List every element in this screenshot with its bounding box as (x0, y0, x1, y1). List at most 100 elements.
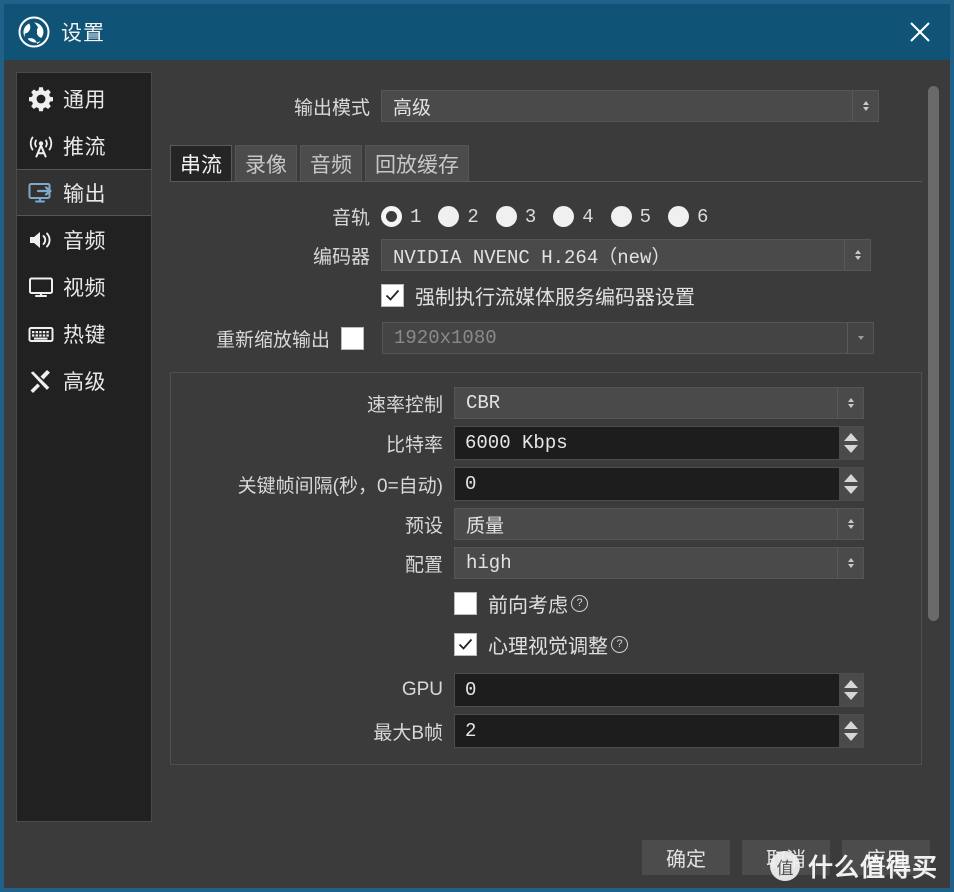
output-mode-select[interactable]: 高级 (381, 90, 879, 122)
audio-track-radio-6[interactable] (668, 206, 690, 227)
look-ahead-checkbox[interactable] (454, 592, 477, 615)
ok-button[interactable]: 确定 (642, 839, 730, 875)
gear-icon (26, 84, 56, 114)
rate-control-select[interactable]: CBR (454, 387, 864, 419)
encoder-select[interactable]: NVIDIA NVENC H.264（new） (381, 239, 871, 271)
keyframe-interval-value: 0 (465, 473, 477, 495)
sidebar-item-video[interactable]: 视频 (17, 263, 151, 310)
chevron-updown-icon (837, 388, 863, 418)
settings-content: 输出模式 高级 串流 录像 音频 回放缓存 音轨 1 2 3 4 5 6 编码器… (152, 72, 950, 826)
tab-audio[interactable]: 音频 (300, 145, 362, 181)
sidebar-item-stream[interactable]: 推流 (17, 122, 151, 169)
profile-label: 配置 (404, 554, 443, 576)
output-icon (26, 178, 56, 208)
keyframe-interval-spinbox[interactable]: 0 (454, 467, 864, 501)
sidebar-item-label: 推流 (63, 135, 106, 159)
encoder-settings-group: 速率控制 CBR 比特率 6000 Kbps 关键帧间隔(秒，0=自动) 0 预… (170, 372, 922, 765)
audio-track-radio-label: 3 (524, 205, 537, 228)
spinner-arrows-icon[interactable] (839, 427, 863, 459)
bitrate-spinbox[interactable]: 6000 Kbps (454, 426, 864, 460)
sidebar-item-label: 高级 (63, 370, 106, 394)
cancel-button[interactable]: 取消 (742, 839, 830, 875)
max-b-frames-label: 最大B帧 (373, 722, 443, 744)
tab-label: 音频 (310, 153, 352, 177)
gpu-spinbox[interactable]: 0 (454, 673, 864, 707)
rescale-resolution-value: 1920x1080 (394, 327, 497, 349)
help-icon[interactable]: ? (571, 595, 588, 612)
audio-track-radio-group: 1 2 3 4 5 6 (381, 206, 725, 228)
sidebar-item-label: 输出 (63, 182, 106, 206)
rescale-output-label: 重新缩放输出 (215, 329, 330, 351)
help-icon[interactable]: ? (611, 636, 628, 653)
sidebar-item-output[interactable]: 输出 (17, 169, 151, 216)
tab-label: 录像 (245, 153, 287, 177)
enforce-settings-checkbox[interactable] (381, 284, 404, 307)
rescale-output-row: 重新缩放输出 1920x1080 (170, 322, 922, 354)
sidebar-item-audio[interactable]: 音频 (17, 216, 151, 263)
speaker-icon (26, 225, 56, 255)
sidebar-item-advanced[interactable]: 高级 (17, 357, 151, 404)
max-b-frames-spinbox[interactable]: 2 (454, 714, 864, 748)
chevron-updown-icon (837, 509, 863, 539)
bitrate-row: 比特率 6000 Kbps (171, 426, 897, 460)
audio-track-radio-label: 2 (467, 205, 479, 228)
max-b-frames-value: 2 (465, 720, 477, 742)
audio-track-radio-1[interactable] (381, 206, 402, 227)
content-scrollbar[interactable] (927, 74, 940, 814)
profile-select[interactable]: high (454, 547, 864, 579)
keyframe-interval-label: 关键帧间隔(秒，0=自动) (237, 475, 443, 497)
audio-track-radio-4[interactable] (553, 206, 575, 227)
psycho-visual-label: 心理视觉调整 (488, 636, 608, 658)
audio-track-radio-label: 5 (639, 205, 652, 228)
output-mode-label: 输出模式 (293, 97, 370, 119)
audio-track-radio-2[interactable] (438, 206, 460, 227)
obs-logo-icon (18, 16, 50, 48)
sidebar-item-label: 热键 (63, 323, 106, 347)
enforce-settings-label: 强制执行流媒体服务编码器设置 (415, 287, 695, 309)
gpu-row: GPU 0 (171, 673, 897, 707)
encoder-row: 编码器 NVIDIA NVENC H.264（new） (170, 239, 922, 271)
encoder-label: 编码器 (312, 246, 370, 268)
tab-replay-buffer[interactable]: 回放缓存 (365, 145, 469, 181)
rescale-output-checkbox[interactable] (341, 326, 364, 350)
chevron-updown-icon (837, 548, 863, 578)
audio-track-radio-label: 1 (410, 205, 422, 228)
apply-button[interactable]: 应用 (842, 839, 930, 875)
sidebar-item-label: 通用 (63, 88, 106, 112)
settings-body: 通用 推流 输出 音频 视频 热键 高级 输出模式 高级 串流 录像 音频 回放… (4, 60, 950, 826)
output-mode-row: 输出模式 高级 (170, 90, 922, 122)
sidebar-item-general[interactable]: 通用 (17, 75, 151, 122)
rate-control-value: CBR (466, 392, 501, 414)
chevron-updown-icon (844, 240, 870, 270)
output-tabs: 串流 录像 音频 回放缓存 (170, 145, 922, 182)
audio-track-radio-3[interactable] (495, 206, 517, 227)
tab-recording[interactable]: 录像 (235, 145, 297, 181)
psycho-visual-checkbox[interactable] (454, 633, 477, 656)
rescale-resolution-select: 1920x1080 (382, 322, 874, 354)
spinner-arrows-icon[interactable] (839, 674, 863, 706)
window-title: 设置 (61, 22, 105, 45)
tab-streaming[interactable]: 串流 (170, 145, 232, 181)
profile-row: 配置 high (171, 547, 897, 579)
output-mode-value: 高级 (393, 97, 432, 119)
gpu-label: GPU (401, 679, 443, 700)
broadcast-icon (26, 131, 56, 161)
look-ahead-row: 前向考虑 ? (171, 589, 897, 618)
sidebar-item-hotkeys[interactable]: 热键 (17, 310, 151, 357)
preset-value: 质量 (466, 515, 505, 537)
title-bar: 设置 (4, 4, 950, 60)
settings-window: 设置 通用 推流 输出 音频 视频 热键 高级 输出模式 高级 串流 录像 音频… (0, 0, 954, 892)
preset-select[interactable]: 质量 (454, 508, 864, 540)
audio-track-radio-5[interactable] (610, 206, 632, 227)
close-button[interactable] (890, 4, 950, 60)
spinner-arrows-icon[interactable] (839, 468, 863, 500)
rate-control-row: 速率控制 CBR (171, 387, 897, 419)
preset-row: 预设 质量 (171, 508, 897, 540)
enforce-settings-row: 强制执行流媒体服务编码器设置 (170, 281, 922, 310)
rate-control-label: 速率控制 (366, 394, 443, 416)
spinner-arrows-icon[interactable] (839, 715, 863, 747)
tabs-underline (170, 181, 922, 182)
sidebar-item-label: 音频 (63, 229, 106, 253)
keyframe-interval-row: 关键帧间隔(秒，0=自动) 0 (171, 467, 897, 501)
scrollbar-thumb[interactable] (928, 86, 939, 621)
